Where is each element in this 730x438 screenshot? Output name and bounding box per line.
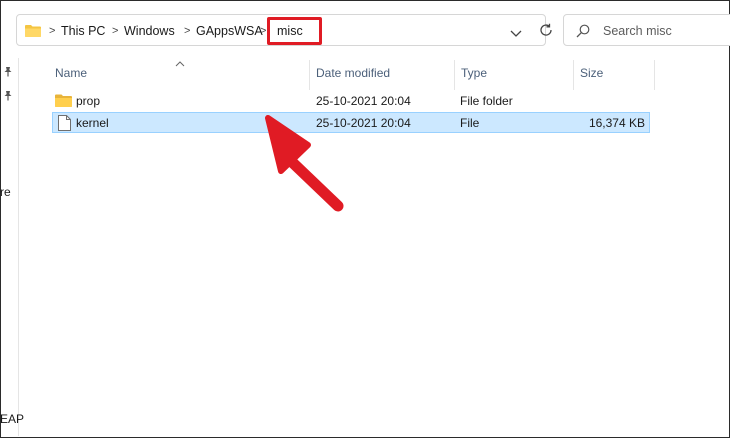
- annotation-arrow-icon: [265, 115, 344, 212]
